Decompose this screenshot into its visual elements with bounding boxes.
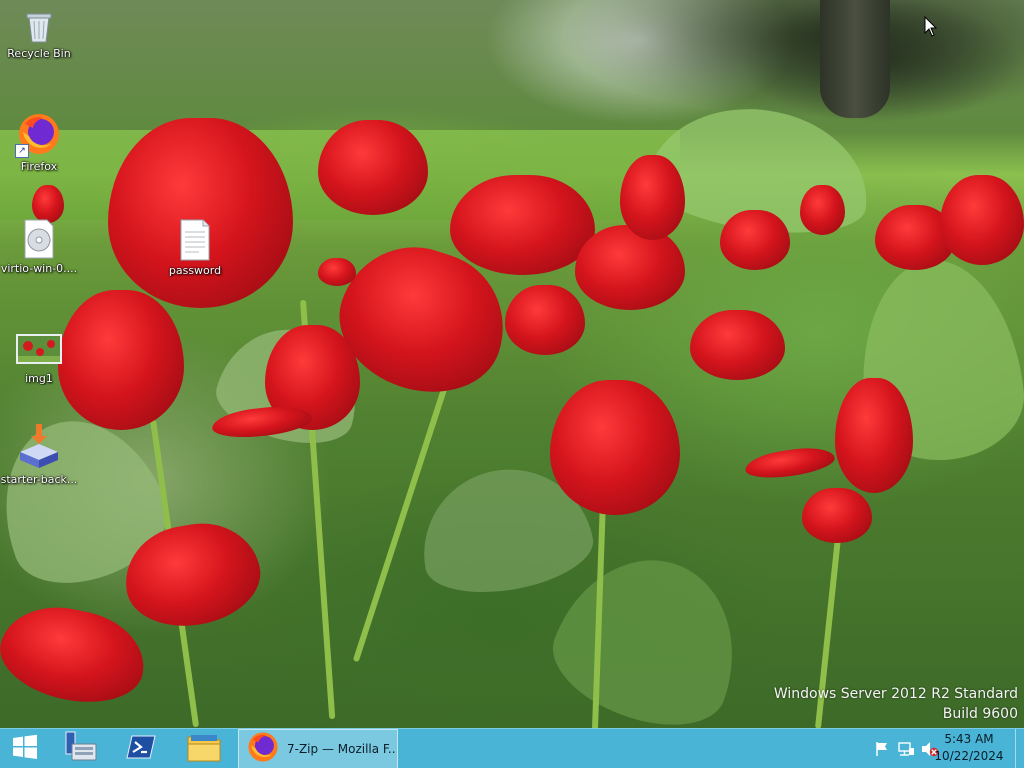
powershell-icon xyxy=(126,735,156,763)
installer-package-icon xyxy=(16,422,62,470)
tulip xyxy=(575,225,685,310)
taskbar-file-explorer-button[interactable] xyxy=(176,729,232,769)
tulip xyxy=(318,258,356,286)
tulip xyxy=(690,310,785,380)
tulip xyxy=(505,285,585,355)
firefox-icon: ↗ xyxy=(15,112,61,158)
desktop-icon-label: virtio-win-0.... xyxy=(0,262,78,275)
desktop-icon-recycle-bin[interactable]: Recycle Bin xyxy=(0,8,78,60)
shortcut-arrow-icon: ↗ xyxy=(15,144,29,158)
file-explorer-icon xyxy=(187,732,221,766)
taskbar-powershell-button[interactable] xyxy=(116,729,166,769)
windows-logo-icon xyxy=(12,734,38,764)
taskbar-clock[interactable]: 5:43 AM 10/22/2024 xyxy=(934,731,1004,765)
desktop-icon-firefox[interactable]: ↗ Firefox xyxy=(0,112,78,173)
network-icon[interactable] xyxy=(894,741,918,757)
tulip xyxy=(620,155,685,240)
taskbar-server-manager-button[interactable] xyxy=(56,729,106,769)
desktop-icon-starter-back[interactable]: starter-back... xyxy=(0,422,78,486)
text-file-icon xyxy=(177,218,213,261)
desktop-icon-password[interactable]: password xyxy=(156,218,234,277)
tulip xyxy=(318,120,428,215)
desktop-icon-label: img1 xyxy=(25,372,53,385)
recycle-bin-icon xyxy=(21,8,57,44)
tulip xyxy=(835,378,913,493)
tulip xyxy=(450,175,595,275)
tulip xyxy=(802,488,872,543)
taskbar-window-title: 7-Zip — Mozilla F... xyxy=(287,742,395,756)
os-version-watermark: Windows Server 2012 R2 Standard Build 96… xyxy=(774,684,1018,724)
os-build-text: Build 9600 xyxy=(942,706,1018,722)
tulip xyxy=(0,595,153,715)
desktop-icon-label: starter-back... xyxy=(0,473,78,486)
firefox-icon xyxy=(247,731,279,767)
tulip xyxy=(800,185,845,235)
start-button[interactable] xyxy=(0,729,50,769)
show-desktop-button[interactable] xyxy=(1015,729,1024,769)
tulip xyxy=(720,210,790,270)
taskbar: 7-Zip — Mozilla F... 5:43 AM 10/22/2024 xyxy=(0,728,1024,769)
action-center-flag-icon[interactable] xyxy=(870,741,894,757)
server-manager-icon xyxy=(64,730,98,768)
tree-trunk xyxy=(820,0,890,118)
mouse-cursor-icon xyxy=(924,15,938,38)
desktop-wallpaper xyxy=(0,0,1024,728)
system-tray xyxy=(870,729,942,769)
desktop-icon-label: Firefox xyxy=(20,160,58,173)
clock-date: 10/22/2024 xyxy=(934,749,1004,763)
desktop-icon-img1[interactable]: img1 xyxy=(0,334,78,385)
tulip xyxy=(550,380,680,515)
desktop-icon-label: password xyxy=(168,264,222,277)
desktop-icon-virtio[interactable]: virtio-win-0.... xyxy=(0,218,78,275)
image-file-icon xyxy=(16,334,62,364)
tulip xyxy=(743,443,837,483)
os-edition-text: Windows Server 2012 R2 Standard xyxy=(773,686,1018,702)
desktop-icon-label: Recycle Bin xyxy=(7,47,71,60)
taskbar-firefox-window-button[interactable]: 7-Zip — Mozilla F... xyxy=(238,729,398,769)
disc-image-icon xyxy=(21,218,57,259)
tulip xyxy=(108,118,293,308)
tulip xyxy=(940,175,1024,265)
clock-time: 5:43 AM xyxy=(944,732,994,746)
tree-canopy xyxy=(560,0,1024,120)
